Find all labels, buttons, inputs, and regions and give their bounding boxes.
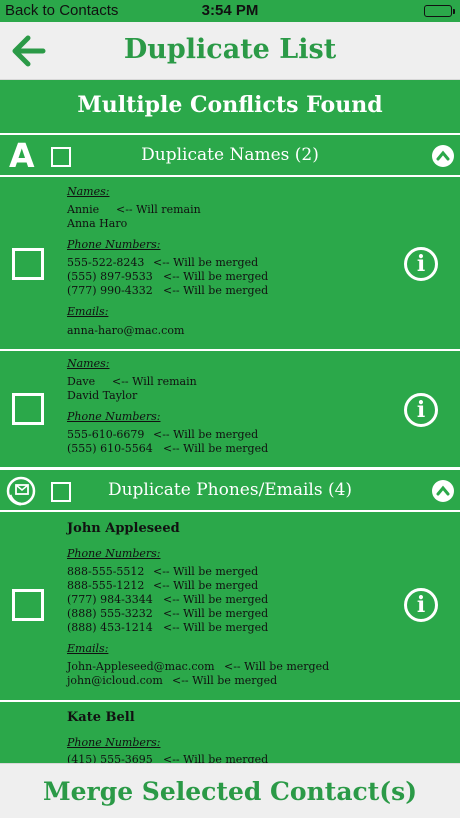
phone-note: <-- Will be merged (153, 256, 259, 269)
duplicate-card[interactable]: Names: Annie <-- Will remain Anna Haro P… (0, 177, 460, 351)
phone-note: <-- Will be merged (163, 442, 269, 455)
info-icon: i (416, 592, 426, 618)
info-button[interactable]: i (404, 247, 438, 281)
phones-label: Phone Numbers: (67, 410, 161, 423)
select-card-checkbox[interactable] (12, 393, 44, 425)
phone-note: <-- Will be merged (163, 270, 269, 283)
names-label: Names: (67, 357, 110, 370)
section-header-phones-emails: Duplicate Phones/Emails (4) (0, 468, 460, 512)
phone-value: (555) 610-5564 (67, 442, 153, 455)
phones-label: Phone Numbers: (67, 238, 161, 251)
phone-note: <-- Will be merged (163, 593, 269, 606)
phone-value: (415) 555-3695 (67, 753, 153, 763)
email-note: <-- Will be merged (172, 674, 278, 687)
name-value: Dave (67, 375, 96, 388)
section-header-names: A Duplicate Names (2) (0, 133, 460, 177)
phone-note: <-- Will be merged (163, 621, 269, 634)
phone-note: <-- Will be merged (153, 428, 259, 441)
email-value: John-Appleseed@mac.com (67, 660, 215, 673)
duplicate-card[interactable]: Names: Dave <-- Will remain David Taylor… (0, 351, 460, 469)
phone-value: 888-555-1212 (67, 579, 145, 592)
name-value: David Taylor (67, 389, 138, 402)
duplicate-card[interactable]: John Appleseed Phone Numbers: 888-555-55… (0, 512, 460, 702)
status-bar: Back to Contacts 3:54 PM (0, 0, 460, 22)
phone-value: 888-555-5512 (67, 565, 145, 578)
info-icon: i (416, 251, 426, 277)
phones-label: Phone Numbers: (67, 736, 161, 749)
phones-label: Phone Numbers: (67, 547, 161, 560)
email-value: anna-haro@mac.com (67, 324, 185, 337)
section-title: Duplicate Names (2) (141, 145, 319, 165)
conflicts-banner: Multiple Conflicts Found (0, 80, 460, 133)
info-icon: i (416, 397, 426, 423)
select-card-checkbox[interactable] (12, 589, 44, 621)
phone-value: (777) 990-4332 (67, 284, 153, 297)
phone-value: (888) 555-3232 (67, 607, 153, 620)
info-button[interactable]: i (404, 588, 438, 622)
emails-label: Emails: (67, 642, 109, 655)
status-time: 3:54 PM (201, 2, 259, 19)
phone-value: (555) 897-9533 (67, 270, 153, 283)
phone-value: (777) 984-3344 (67, 593, 153, 606)
duplicate-card[interactable]: Kate Bell Phone Numbers: (415) 555-3695 … (0, 702, 460, 763)
phone-note: <-- Will be merged (163, 753, 269, 763)
phone-note: <-- Will be merged (153, 579, 259, 592)
collapse-names-button[interactable] (432, 145, 454, 167)
phone-value: 555-522-8243 (67, 256, 145, 269)
section-title: Duplicate Phones/Emails (4) (107, 480, 353, 500)
info-button[interactable]: i (404, 393, 438, 427)
name-note: <-- Will remain (116, 203, 201, 216)
page-title: Duplicate List (123, 34, 337, 65)
emails-label: Emails: (67, 305, 109, 318)
names-label: Names: (67, 185, 110, 198)
name-note: <-- Will remain (112, 375, 197, 388)
duplicate-list[interactable]: A Duplicate Names (2) Names: Annie <-- W… (0, 133, 460, 763)
banner-title: Multiple Conflicts Found (77, 92, 383, 118)
chevron-up-icon (436, 485, 450, 496)
contact-name: John Appleseed (67, 521, 180, 536)
chevron-up-icon (436, 150, 450, 161)
email-note: <-- Will be merged (224, 660, 330, 673)
battery-icon (424, 5, 455, 17)
collapse-phones-button[interactable] (432, 480, 454, 502)
phone-value: (888) 453-1214 (67, 621, 153, 634)
contact-name: Kate Bell (67, 710, 135, 725)
phone-note: <-- Will be merged (163, 284, 269, 297)
select-card-checkbox[interactable] (12, 248, 44, 280)
email-value: john@icloud.com (67, 674, 163, 687)
phone-note: <-- Will be merged (163, 607, 269, 620)
nav-bar: Duplicate List (0, 22, 460, 80)
name-value: Annie (67, 203, 100, 216)
phone-value: 555-610-6679 (67, 428, 145, 441)
phone-note: <-- Will be merged (153, 565, 259, 578)
name-value: Anna Haro (67, 217, 128, 230)
merge-selected-button[interactable]: Merge Selected Contact(s) (0, 764, 460, 818)
bottom-bar: Merge Selected Contact(s) (0, 763, 460, 818)
